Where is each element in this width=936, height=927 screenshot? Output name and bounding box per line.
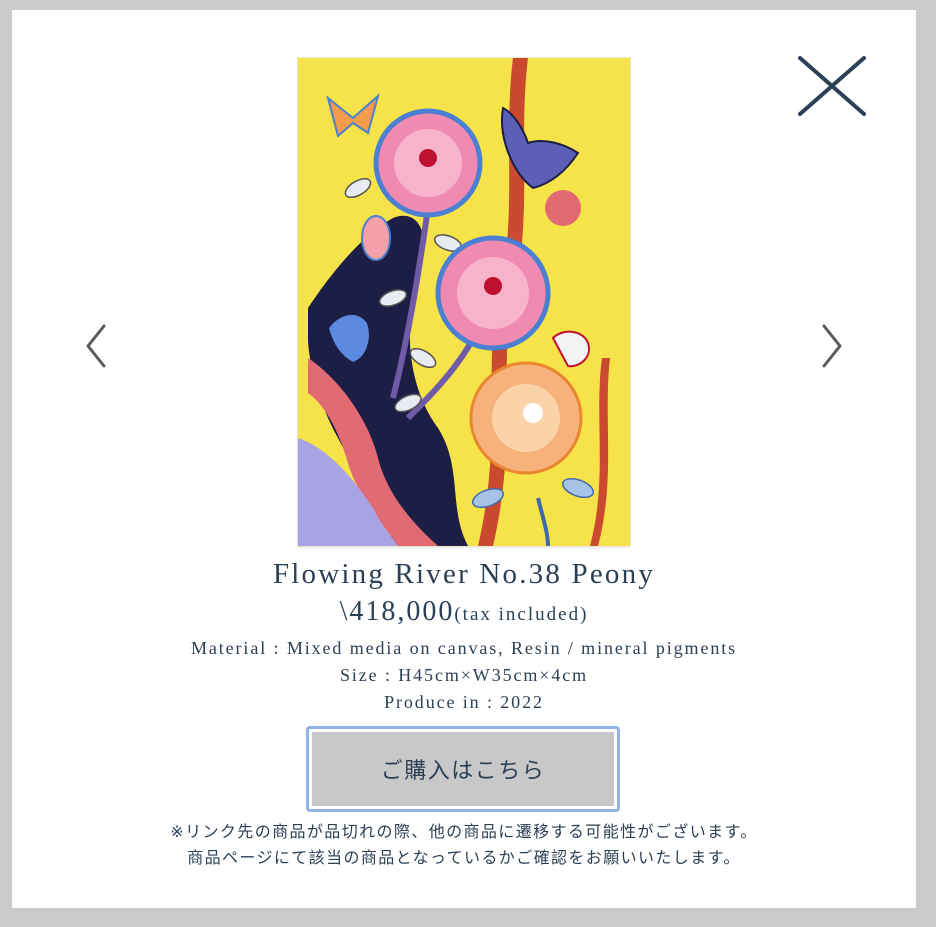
artwork-image xyxy=(298,58,630,546)
stock-note-line-1: ※リンク先の商品が品切れの際、他の商品に遷移する可能性がございます。 xyxy=(170,822,758,841)
price-value: \418,000 xyxy=(339,596,455,627)
chevron-right-icon xyxy=(822,324,842,368)
artwork-modal: Flowing River No.38 Peony \418,000(tax i… xyxy=(12,10,916,908)
purchase-button[interactable]: ご購入はこちら xyxy=(306,726,620,812)
close-button[interactable] xyxy=(790,50,874,124)
purchase-button-label: ご購入はこちら xyxy=(312,732,614,806)
close-icon xyxy=(798,56,866,116)
previous-button[interactable] xyxy=(76,316,116,376)
produce-year: Produce in : 2022 xyxy=(384,692,544,712)
size-spec: Size : H45cm×W35cm×4cm xyxy=(339,665,589,685)
stock-note-line-2: 商品ページにて該当の商品となっているかご確認をお願いいたします。 xyxy=(187,848,741,867)
price-line: \418,000(tax included) xyxy=(12,596,916,628)
tax-note: (tax included) xyxy=(454,604,589,625)
artwork-title: Flowing River No.38 Peony xyxy=(272,558,656,590)
next-button[interactable] xyxy=(812,316,852,376)
chevron-left-icon xyxy=(86,324,106,368)
material-spec: Material : Mixed media on canvas, Resin … xyxy=(190,638,738,658)
